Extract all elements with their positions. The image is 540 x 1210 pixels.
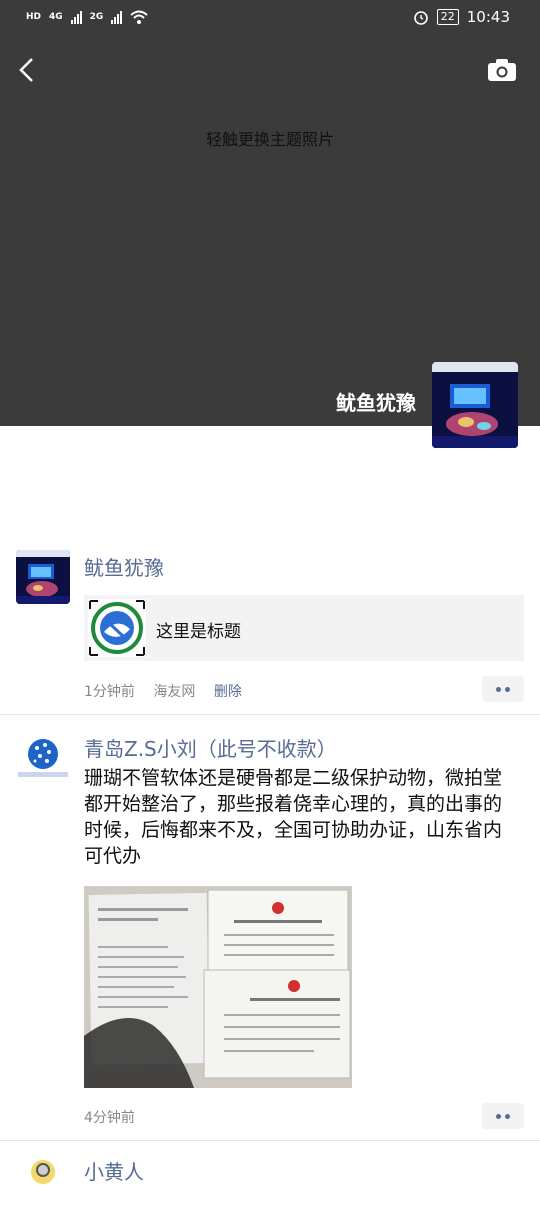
more-button[interactable] [482,1103,524,1129]
more-dots-icon [505,1113,510,1119]
more-dots-icon [505,686,510,692]
post-meta: 4分钟前 [84,1107,149,1127]
profile-name: 鱿鱼犹豫 [336,391,416,415]
back-button[interactable] [16,56,38,88]
alarm-icon [413,11,428,25]
post-time: 1分钟前 [84,684,135,700]
delete-link[interactable]: 删除 [214,684,242,700]
network-2g-tag: 2G [89,12,104,22]
more-button[interactable] [482,676,524,702]
profile-avatar[interactable] [432,362,518,448]
hd-tag: HD [26,12,42,22]
license-photo [84,886,352,1088]
more-dots-icon [496,686,501,692]
network-4g-tag: 4G [49,12,63,22]
post-time: 4分钟前 [84,1110,135,1126]
share-thumbnail [88,599,146,657]
logo-icon [89,600,145,656]
aquarium-photo [432,362,518,448]
more-dots-icon [496,1113,501,1119]
change-cover-hint[interactable]: 轻触更换主题照片 [0,126,540,150]
zs-ocean-logo [16,734,70,788]
post-text: 珊瑚不管软体还是硬骨都是二级保护动物，微拍堂都开始整治了，那些报着侥幸心理的，真… [84,767,503,867]
divider [0,714,540,715]
back-arrow-icon [19,58,33,82]
minion-avatar [16,1156,70,1210]
post-photo[interactable] [84,886,352,1088]
status-bar: HD 4G 2G 22 10:43 [0,0,540,38]
post-avatar[interactable] [16,550,70,604]
battery-level: 22 [436,9,459,25]
shared-link-card[interactable]: 这里是标题 [84,595,524,661]
signal-icon [70,10,82,24]
camera-button[interactable] [487,58,517,86]
share-title: 这里是标题 [156,622,241,642]
post-meta: 1分钟前 海友网 删除 [84,681,256,701]
divider [0,1140,540,1141]
post-author[interactable]: 青岛Z.S小刘（此号不收款） [84,733,337,762]
post-avatar[interactable] [16,734,70,788]
wifi-icon [130,10,148,24]
post-source: 海友网 [153,684,196,700]
clock: 10:43 [466,8,510,26]
signal-icon-2 [111,10,123,24]
post-avatar[interactable] [16,1156,70,1210]
post-author[interactable]: 小黄人 [84,1156,144,1185]
aquarium-thumb [16,550,70,604]
post-author[interactable]: 鱿鱼犹豫 [84,552,164,581]
camera-icon [488,59,516,81]
